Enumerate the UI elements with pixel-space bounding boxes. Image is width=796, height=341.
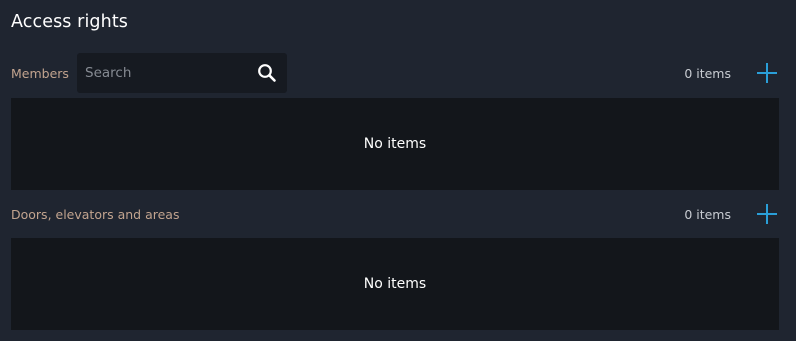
- panel-title: Access rights: [11, 12, 129, 32]
- add-door-button[interactable]: [755, 202, 779, 226]
- members-search-input[interactable]: [77, 53, 247, 93]
- plus-icon: [757, 63, 777, 83]
- members-search-box: [77, 53, 287, 93]
- doors-empty-message: No items: [363, 276, 427, 292]
- plus-icon: [757, 204, 777, 224]
- access-rights-panel: Access rights Members 0 items No items D…: [0, 0, 796, 341]
- members-header: Members 0 items: [11, 53, 779, 93]
- search-icon[interactable]: [257, 63, 277, 83]
- doors-list[interactable]: No items: [11, 238, 779, 330]
- doors-header: Doors, elevators and areas 0 items: [11, 194, 779, 234]
- members-list[interactable]: No items: [11, 98, 779, 190]
- members-label: Members: [11, 66, 69, 81]
- add-member-button[interactable]: [755, 61, 779, 85]
- doors-label: Doors, elevators and areas: [11, 207, 180, 222]
- doors-item-count: 0 items: [684, 207, 731, 222]
- members-empty-message: No items: [363, 136, 427, 152]
- members-item-count: 0 items: [684, 66, 731, 81]
